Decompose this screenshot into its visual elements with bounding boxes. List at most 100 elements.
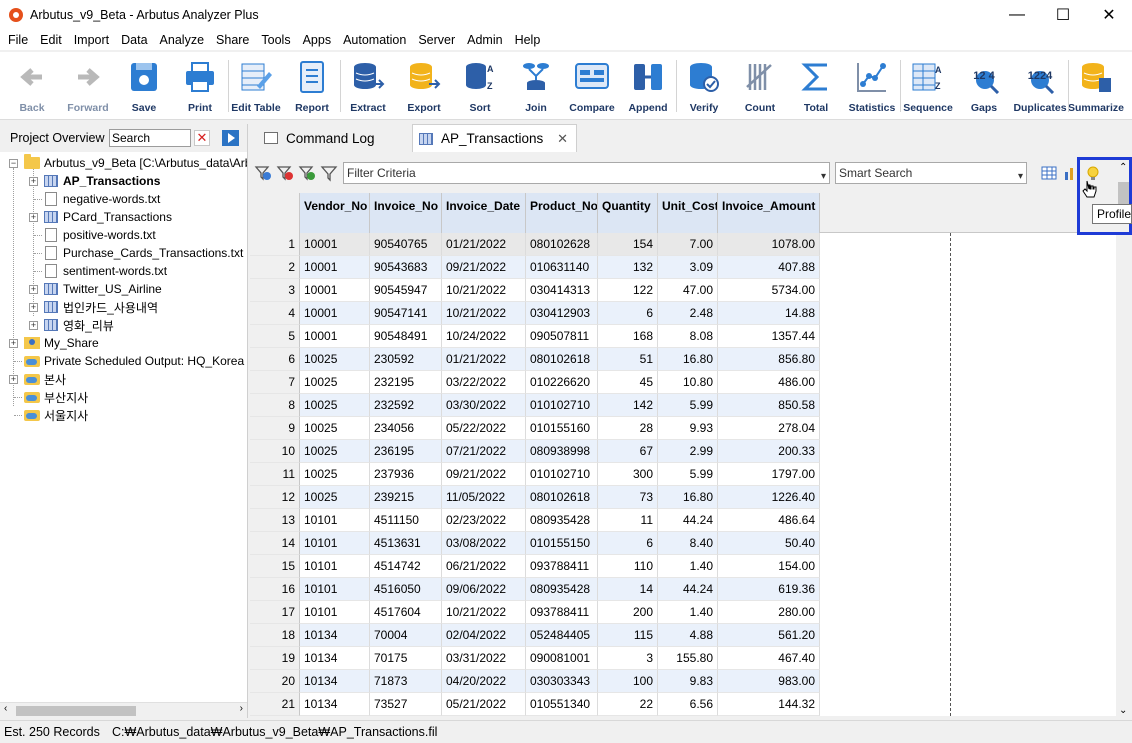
- table-row[interactable]: 20 10134 71873 04/20/2022 030303343 100 9.83 98…: [250, 670, 1116, 693]
- menu-edit[interactable]: Edit: [34, 30, 68, 50]
- collapse-toggle-icon[interactable]: −: [9, 159, 18, 168]
- table-row[interactable]: 13 10101 4511150 02/23/2022 080935428 11 44.24…: [250, 509, 1116, 532]
- tree-item[interactable]: My_Share: [24, 334, 99, 352]
- table-row[interactable]: 9 10025 234056 05/22/2022 010155160 28 9.93 278…: [250, 417, 1116, 440]
- tree-item[interactable]: Private Scheduled Output: HQ_Korea: [24, 352, 244, 370]
- menu-help[interactable]: Help: [509, 30, 547, 50]
- sort-button[interactable]: A Z Sort: [452, 52, 508, 120]
- row-number[interactable]: 17: [250, 601, 300, 624]
- tree-item[interactable]: 본사: [24, 370, 66, 388]
- row-number[interactable]: 3: [250, 279, 300, 302]
- filter-add-icon[interactable]: [254, 164, 272, 182]
- table-row[interactable]: 11 10025 237936 09/21/2022 010102710 300 5.99 1…: [250, 463, 1116, 486]
- compare-button[interactable]: Compare: [564, 52, 620, 120]
- row-number[interactable]: 11: [250, 463, 300, 486]
- table-row[interactable]: 14 10101 4513631 03/08/2022 010155150 6 8.40 50…: [250, 532, 1116, 555]
- row-number[interactable]: 16: [250, 578, 300, 601]
- table-row[interactable]: 15 10101 4514742 06/21/2022 093788411 110 1.40…: [250, 555, 1116, 578]
- table-row[interactable]: 5 10001 90548491 10/24/2022 090507811 168 8.08…: [250, 325, 1116, 348]
- table-row[interactable]: 7 10025 232195 03/22/2022 010226620 45 10.80 48…: [250, 371, 1116, 394]
- expand-toggle-icon[interactable]: +: [9, 375, 18, 384]
- column-header-quantity[interactable]: Quantity: [598, 193, 658, 233]
- grid-view-icon[interactable]: [1040, 164, 1058, 182]
- scroll-down-icon[interactable]: ⌄: [1119, 705, 1127, 716]
- verify-button[interactable]: Verify: [676, 52, 732, 120]
- table-row[interactable]: 21 10134 73527 05/21/2022 010551340 22 6.56 144…: [250, 693, 1116, 716]
- table-row[interactable]: 2 10001 90543683 09/21/2022 010631140 132 3.09…: [250, 256, 1116, 279]
- filter-icon[interactable]: [320, 164, 338, 182]
- summarize-button[interactable]: Summarize: [1068, 52, 1124, 120]
- tree-item[interactable]: 서울지사: [24, 406, 88, 424]
- tree-item[interactable]: Purchase_Cards_Transactions.txt: [44, 244, 243, 262]
- edit-table-button[interactable]: Edit Table: [228, 52, 284, 120]
- expand-toggle-icon[interactable]: +: [29, 285, 38, 294]
- total-button[interactable]: Total: [788, 52, 844, 120]
- row-number[interactable]: 6: [250, 348, 300, 371]
- close-window-button[interactable]: ✕: [1086, 0, 1132, 30]
- menu-analyze[interactable]: Analyze: [154, 30, 210, 50]
- expand-toggle-icon[interactable]: +: [29, 321, 38, 330]
- tab-command-log[interactable]: Command Log: [250, 124, 410, 152]
- go-arrow-icon[interactable]: [222, 130, 239, 146]
- project-horizontal-scrollbar[interactable]: ‹ ›: [0, 702, 247, 718]
- menu-automation[interactable]: Automation: [337, 30, 412, 50]
- filter-criteria-input[interactable]: Filter Criteria ▾: [343, 162, 830, 184]
- table-row[interactable]: 6 10025 230592 01/21/2022 080102618 51 16.80 85…: [250, 348, 1116, 371]
- tree-item[interactable]: 부산지사: [24, 388, 88, 406]
- count-button[interactable]: Count: [732, 52, 788, 120]
- column-header-vendor-no[interactable]: Vendor_No: [300, 193, 370, 233]
- row-number[interactable]: 7: [250, 371, 300, 394]
- filter-remove-icon[interactable]: [276, 164, 294, 182]
- project-search-input[interactable]: [109, 129, 191, 147]
- row-number[interactable]: 19: [250, 647, 300, 670]
- clear-search-icon[interactable]: ✕: [194, 130, 210, 146]
- table-row[interactable]: 8 10025 232592 03/30/2022 010102710 142 5.99 85…: [250, 394, 1116, 417]
- row-number[interactable]: 1: [250, 233, 300, 256]
- menu-admin[interactable]: Admin: [461, 30, 508, 50]
- scroll-thumb[interactable]: [16, 706, 136, 716]
- row-number[interactable]: 10: [250, 440, 300, 463]
- tree-item[interactable]: AP_Transactions: [44, 172, 160, 190]
- table-row[interactable]: 12 10025 239215 11/05/2022 080102618 73 16.80 1…: [250, 486, 1116, 509]
- menu-tools[interactable]: Tools: [255, 30, 296, 50]
- minimize-button[interactable]: —: [994, 0, 1040, 30]
- chevron-down-icon[interactable]: ▾: [821, 167, 826, 187]
- row-number[interactable]: 2: [250, 256, 300, 279]
- table-row[interactable]: 18 10134 70004 02/04/2022 052484405 115 4.88 56…: [250, 624, 1116, 647]
- statistics-button[interactable]: Statistics: [844, 52, 900, 120]
- column-header-invoice-date[interactable]: Invoice_Date: [442, 193, 526, 233]
- table-row[interactable]: 3 10001 90545947 10/21/2022 030414313 122 47.0…: [250, 279, 1116, 302]
- maximize-button[interactable]: ☐: [1040, 0, 1086, 30]
- table-row[interactable]: 1 10001 90540765 01/21/2022 080102628 154 7.00…: [250, 233, 1116, 256]
- row-number[interactable]: 21: [250, 693, 300, 716]
- expand-toggle-icon[interactable]: +: [29, 303, 38, 312]
- back-button[interactable]: Back: [4, 52, 60, 120]
- column-header-invoice-amount[interactable]: Invoice_Amount: [718, 193, 820, 233]
- row-number[interactable]: 5: [250, 325, 300, 348]
- expand-toggle-icon[interactable]: +: [9, 339, 18, 348]
- save-button[interactable]: Save: [116, 52, 172, 120]
- menu-server[interactable]: Server: [412, 30, 461, 50]
- tab-ap-transactions[interactable]: AP_Transactions ✕: [412, 124, 577, 152]
- column-header-unit-cost[interactable]: Unit_Cost: [658, 193, 718, 233]
- table-row[interactable]: 19 10134 70175 03/31/2022 090081001 3 155.80 46…: [250, 647, 1116, 670]
- close-tab-icon[interactable]: ✕: [557, 131, 568, 147]
- column-header-product-no[interactable]: Product_No: [526, 193, 598, 233]
- tree-item[interactable]: 법인카드_사용내역: [44, 298, 158, 316]
- tree-item[interactable]: PCard_Transactions: [44, 208, 172, 226]
- join-button[interactable]: Join: [508, 52, 564, 120]
- tree-item[interactable]: Arbutus_v9_Beta [C:\Arbutus_data\Arbutus…: [24, 154, 247, 172]
- chevron-down-icon[interactable]: ▾: [1018, 167, 1023, 187]
- row-number[interactable]: 15: [250, 555, 300, 578]
- row-number[interactable]: 4: [250, 302, 300, 325]
- row-number-header[interactable]: [250, 193, 300, 233]
- forward-button[interactable]: Forward: [60, 52, 116, 120]
- tree-item[interactable]: sentiment-words.txt: [44, 262, 167, 280]
- row-number[interactable]: 12: [250, 486, 300, 509]
- tree-item[interactable]: 영화_리뷰: [44, 316, 114, 334]
- export-button[interactable]: Export: [396, 52, 452, 120]
- menu-apps[interactable]: Apps: [297, 30, 338, 50]
- extract-button[interactable]: Extract: [340, 52, 396, 120]
- row-number[interactable]: 14: [250, 532, 300, 555]
- filter-edit-icon[interactable]: [298, 164, 316, 182]
